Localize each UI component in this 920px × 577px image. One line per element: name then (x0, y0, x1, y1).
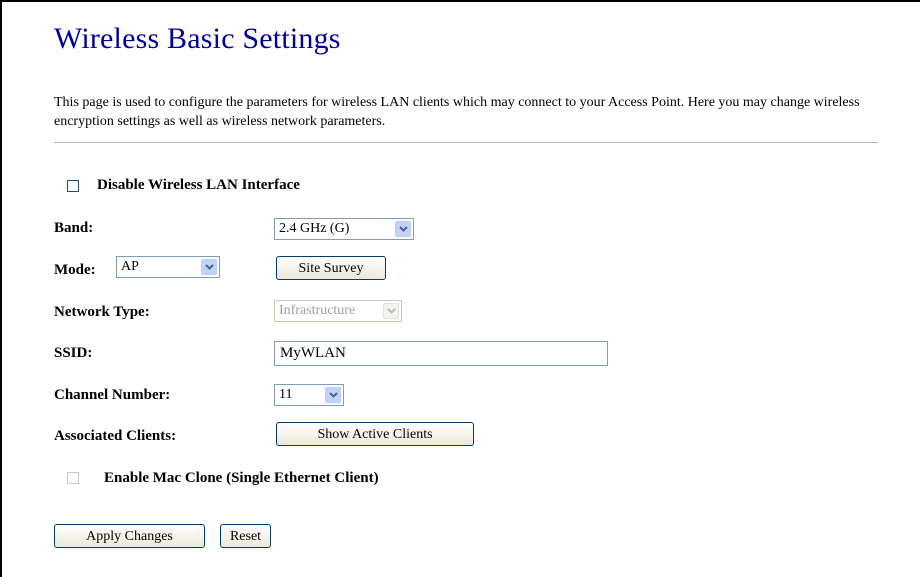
divider (54, 142, 878, 143)
chevron-down-icon[interactable] (325, 387, 341, 403)
network-type-label: Network Type: (54, 304, 150, 320)
band-value: 2.4 GHz (G) (279, 221, 350, 236)
band-label: Band: (54, 220, 94, 236)
chevron-down-icon[interactable] (201, 259, 217, 275)
network-type-value: Infrastructure (279, 303, 356, 318)
channel-number-label: Channel Number: (54, 387, 171, 403)
mode-label: Mode: (54, 262, 96, 278)
mode-select[interactable]: AP (116, 256, 220, 278)
channel-value: 11 (279, 387, 293, 402)
window-left-border (0, 0, 2, 577)
disable-wlan-checkbox[interactable] (67, 180, 79, 192)
apply-changes-button[interactable]: Apply Changes (54, 524, 205, 548)
ssid-input[interactable] (274, 341, 608, 366)
reset-button[interactable]: Reset (220, 524, 271, 548)
show-active-clients-button[interactable]: Show Active Clients (276, 422, 474, 446)
mac-clone-label: Enable Mac Clone (Single Ethernet Client… (104, 470, 379, 486)
chevron-down-icon[interactable] (395, 221, 411, 237)
disable-wlan-label: Disable Wireless LAN Interface (97, 177, 300, 193)
associated-clients-label: Associated Clients: (54, 428, 177, 444)
mac-clone-checkbox[interactable] (67, 472, 79, 484)
chevron-down-icon[interactable] (383, 303, 399, 319)
window-top-border (0, 0, 920, 2)
page-title: Wireless Basic Settings (54, 22, 341, 55)
site-survey-button[interactable]: Site Survey (276, 256, 386, 280)
ssid-label: SSID: (54, 345, 93, 361)
page-description: This page is used to configure the param… (54, 95, 860, 129)
channel-select[interactable]: 11 (274, 384, 344, 406)
mode-value: AP (121, 259, 139, 274)
network-type-select[interactable]: Infrastructure (274, 300, 402, 322)
band-select[interactable]: 2.4 GHz (G) (274, 218, 414, 240)
